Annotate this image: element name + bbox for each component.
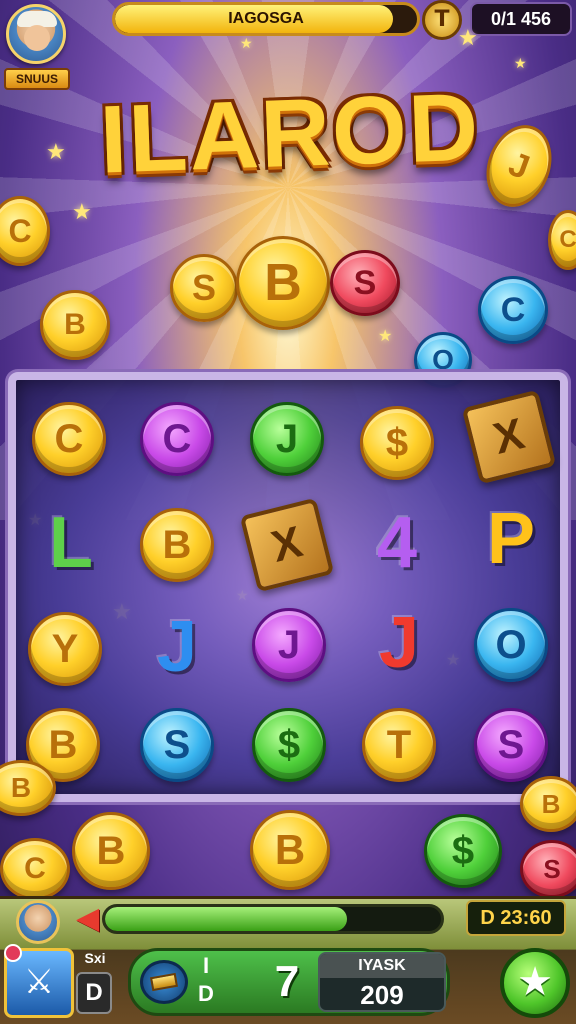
side-label: Sxi [84, 950, 106, 966]
score-counter: 0/1 456 [470, 2, 572, 36]
energy-progress-fill [105, 907, 347, 931]
sparkle-star-icon: ★ [72, 200, 92, 225]
level-progress-bar: IAGOSGA [112, 2, 420, 36]
player-avatar[interactable] [6, 4, 66, 64]
board-tile[interactable]: J [250, 402, 324, 476]
action-top-letter: I [202, 953, 210, 978]
sparkle-star-icon: ★ [458, 26, 478, 51]
floating-coin: C [548, 210, 576, 270]
board-tile[interactable]: L [34, 503, 108, 583]
back-arrow-icon[interactable]: ◀ [76, 904, 116, 934]
score-box: IYASK 209 [318, 952, 446, 1012]
player-name-label: SNUUS [4, 68, 70, 90]
sparkle-star-icon: ★ [46, 140, 66, 165]
board-tile[interactable]: $ [252, 708, 326, 782]
board-tile[interactable]: 4 [360, 503, 434, 583]
board-tile[interactable]: C [140, 402, 214, 476]
sword-icon: ⚔ [23, 962, 55, 1002]
top-coin: B [236, 236, 330, 330]
floating-coin: C [0, 196, 50, 266]
action-bottom-letter: D [198, 981, 214, 1006]
player-avatar-small[interactable] [16, 900, 60, 944]
trophy-badge-icon[interactable]: T [422, 0, 462, 40]
energy-progress-bar [102, 904, 444, 934]
score-label: IYASK [320, 954, 444, 978]
sparkle-star-icon: ★ [240, 36, 253, 52]
floating-coin: B [40, 290, 110, 360]
pile-coin: B [250, 810, 330, 890]
board-tile[interactable]: S [474, 708, 548, 782]
pile-coin: B [520, 776, 576, 832]
score-value: 209 [360, 980, 404, 1010]
sparkle-star-icon: ★ [378, 326, 393, 345]
board-tile[interactable]: J [362, 603, 436, 683]
top-coin: S [330, 250, 400, 316]
game-title: ILAROD [98, 73, 482, 194]
pile-coin: $ [424, 814, 502, 888]
board-tile[interactable]: J [252, 608, 326, 682]
pile-coin: C [0, 838, 70, 900]
top-coin: C [478, 276, 548, 344]
action-mid-text: I D [192, 952, 220, 1012]
pile-coin: S [520, 840, 576, 898]
timer-display: D 23:60 [466, 900, 566, 936]
board-tile[interactable]: $ [360, 406, 434, 480]
gold-bar-icon[interactable] [140, 960, 188, 1004]
board-tile[interactable]: T [362, 708, 436, 782]
board-tile[interactable]: J [140, 607, 214, 687]
board-tile[interactable]: S [140, 708, 214, 782]
board-tile[interactable]: P [474, 499, 548, 579]
sparkle-star-icon: ★ [514, 56, 527, 72]
pile-coin: B [72, 812, 150, 890]
side-value-box[interactable]: D [76, 972, 112, 1014]
level-progress-label: IAGOSGA [228, 10, 304, 27]
board-tile[interactable]: O [474, 608, 548, 682]
heart-icon [4, 944, 22, 962]
board-tile[interactable]: Y [28, 612, 102, 686]
moves-count: 7 [274, 957, 300, 1006]
star-icon: ★ [517, 959, 553, 1005]
face-icon [24, 25, 50, 51]
board-tile[interactable]: B [140, 508, 214, 582]
top-coin: S [170, 254, 238, 322]
board-tile[interactable]: C [32, 402, 106, 476]
star-button[interactable]: ★ [500, 948, 570, 1018]
